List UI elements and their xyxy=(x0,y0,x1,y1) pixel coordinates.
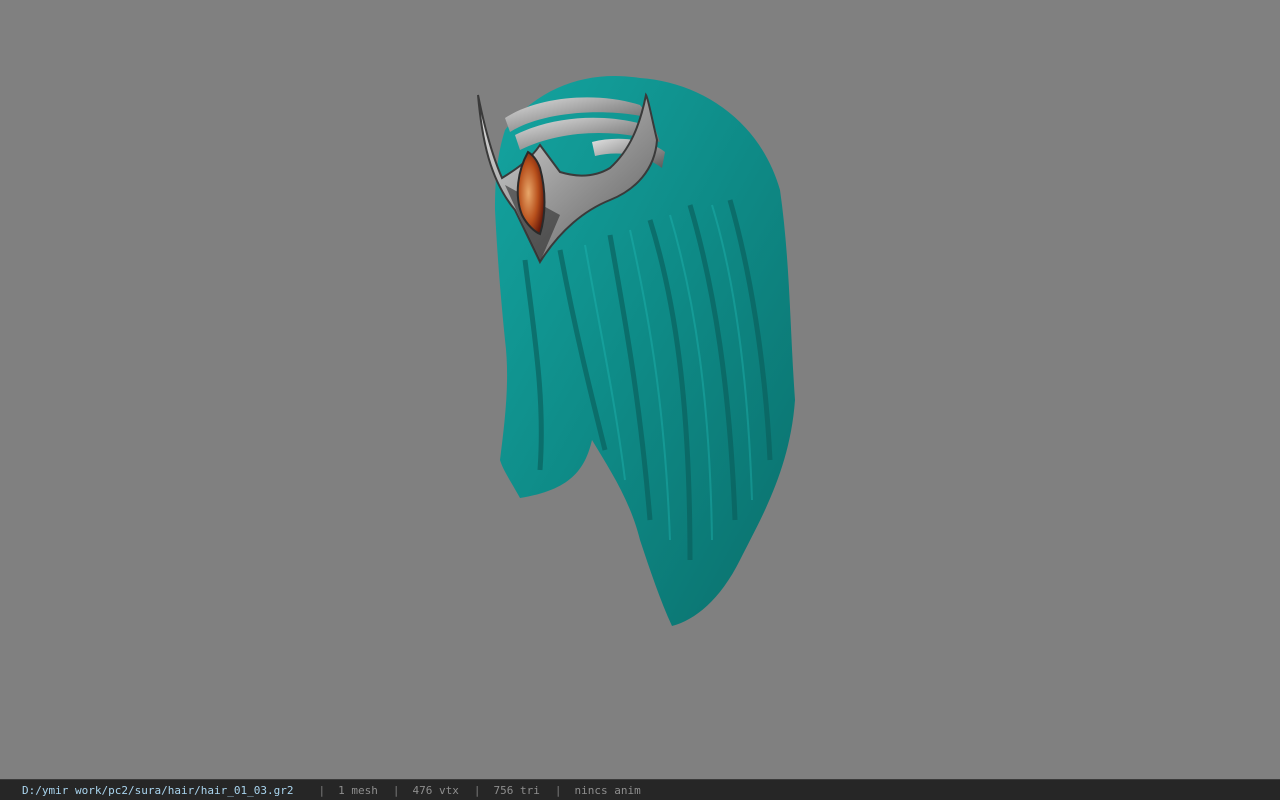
animation-status: nincs anim xyxy=(574,783,641,797)
file-path: D:/ymir work/pc2/sura/hair/hair_01_03.gr… xyxy=(22,783,294,797)
status-bar: D:/ymir work/pc2/sura/hair/hair_01_03.gr… xyxy=(0,779,1280,800)
separator: | xyxy=(318,783,326,797)
hair-model xyxy=(477,75,795,626)
separator: | xyxy=(392,783,400,797)
vertex-count: 476 vtx xyxy=(412,783,459,797)
triangle-count: 756 tri xyxy=(493,783,540,797)
separator: | xyxy=(473,783,481,797)
3d-viewport[interactable] xyxy=(0,0,1280,779)
separator: | xyxy=(554,783,562,797)
mesh-count: 1 mesh xyxy=(338,783,378,797)
